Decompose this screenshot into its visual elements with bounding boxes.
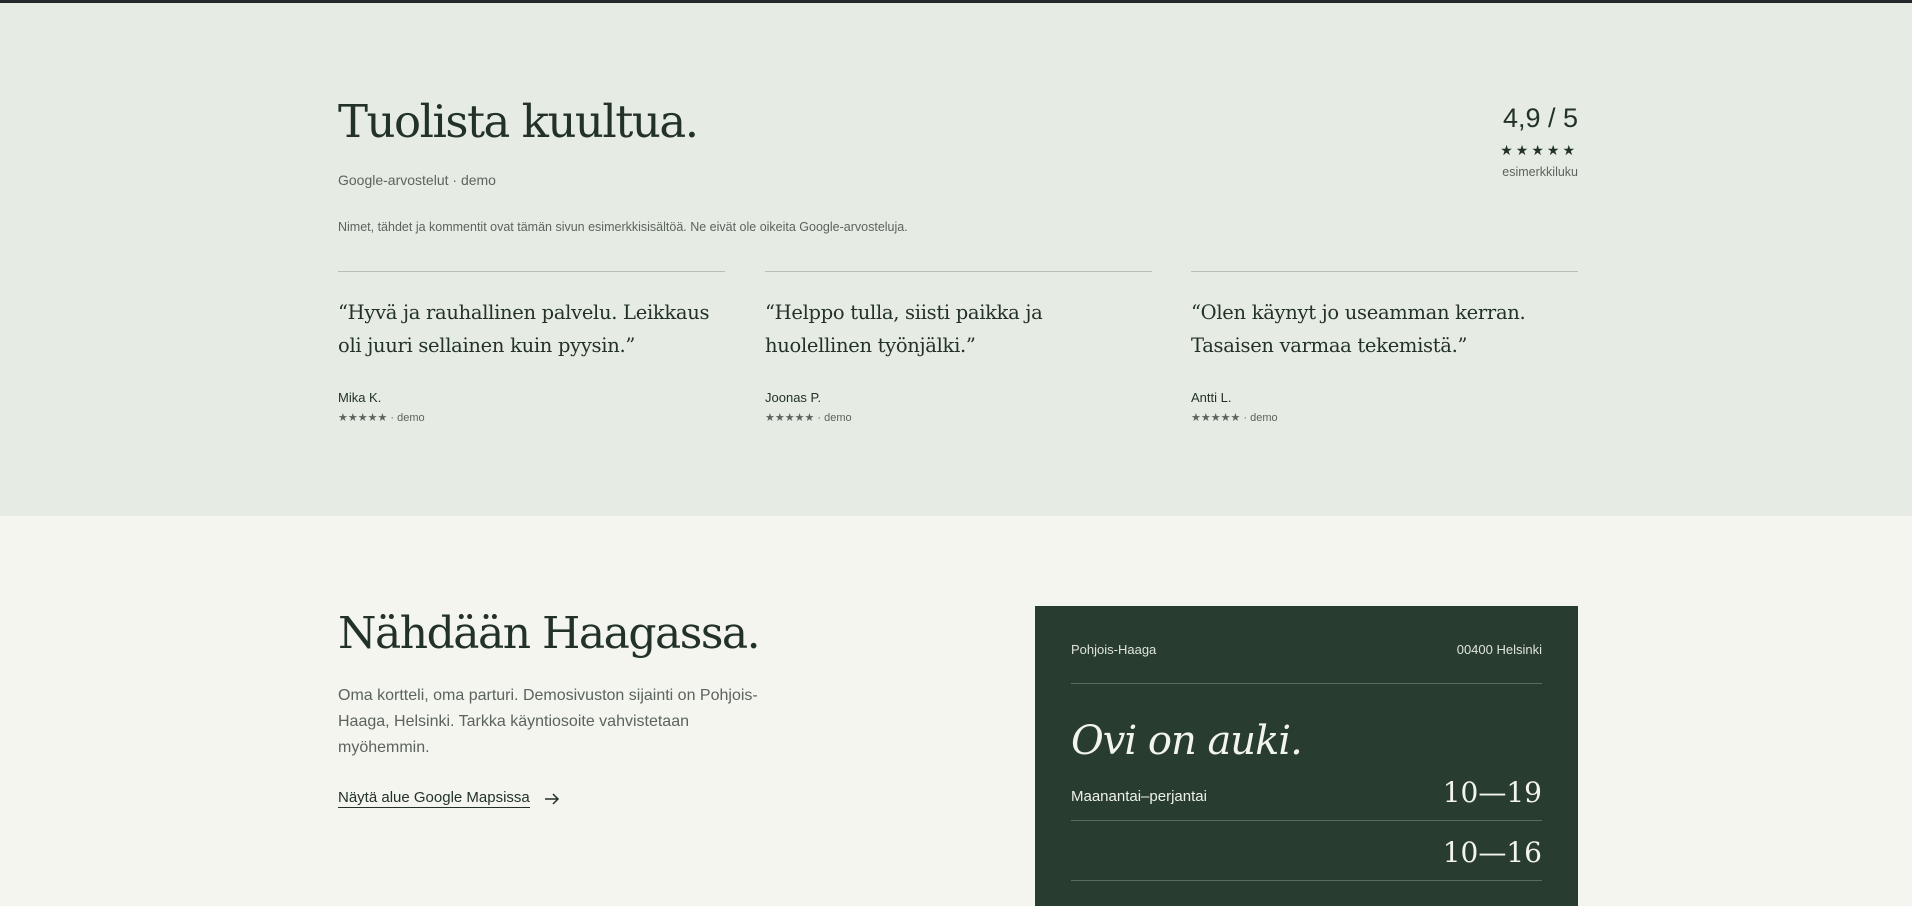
review-author: Antti L.: [1191, 390, 1232, 405]
review-meta: ★★★★★ · demo: [1191, 412, 1278, 424]
hours-time: 10—16: [1442, 836, 1542, 869]
reviews-disclaimer: Nimet, tähdet ja kommentit ovat tämän si…: [338, 220, 908, 234]
google-maps-link-label: Näytä alue Google Mapsissa: [338, 789, 530, 808]
review-card: “Hyvä ja rauhallinen palvelu. Leikkaus o…: [338, 271, 725, 424]
reviews-subtitle: Google-arvostelut · demo: [338, 172, 496, 188]
hours-row: Maanantai–perjantai 10—19: [1071, 771, 1542, 821]
hours-time: 10—19: [1442, 776, 1542, 809]
reviews-section: Tuolista kuultua. Google-arvostelut · de…: [0, 3, 1912, 516]
opening-hours-card: Pohjois-Haaga 00400 Helsinki Ovi on auki…: [1035, 606, 1578, 906]
review-quote: “Helppo tulla, siisti paikka ja huolelli…: [765, 301, 1043, 357]
location-title: Nähdään Haagassa.: [338, 608, 761, 659]
rating-summary: 4,9 / 5 ★★★★★ esimerkkiluku: [1500, 103, 1578, 179]
review-author: Mika K.: [338, 390, 382, 405]
google-maps-link[interactable]: Näytä alue Google Mapsissa: [338, 789, 560, 808]
arrow-right-icon: [544, 792, 559, 805]
card-headline: Ovi on auki.: [1071, 718, 1303, 764]
card-location: Pohjois-Haaga: [1071, 642, 1157, 657]
review-quote: “Olen käynyt jo useamman kerran. Tasaise…: [1191, 301, 1526, 357]
hours-day: Maanantai–perjantai: [1071, 788, 1207, 805]
review-card: “Helppo tulla, siisti paikka ja huolelli…: [765, 271, 1152, 424]
rating-score: 4,9 / 5: [1502, 103, 1578, 133]
reviews-title: Tuolista kuultua.: [338, 95, 699, 148]
hours-row: 10—16: [1071, 831, 1542, 881]
review-card: “Olen käynyt jo useamman kerran. Tasaise…: [1191, 271, 1578, 424]
review-meta: ★★★★★ · demo: [338, 412, 425, 424]
rating-note: esimerkkiluku: [1502, 165, 1578, 179]
location-section: Nähdään Haagassa. Oma kortteli, oma part…: [0, 516, 1912, 906]
review-author: Joonas P.: [765, 390, 822, 405]
review-quote: “Hyvä ja rauhallinen palvelu. Leikkaus o…: [338, 301, 710, 357]
card-postal: 00400 Helsinki: [1456, 642, 1542, 657]
review-meta: ★★★★★ · demo: [765, 412, 852, 424]
card-divider: [1071, 683, 1542, 684]
location-intro: Oma kortteli, oma parturi. Demosivuston …: [338, 687, 758, 756]
rating-stars-icon: ★★★★★: [1500, 142, 1578, 158]
